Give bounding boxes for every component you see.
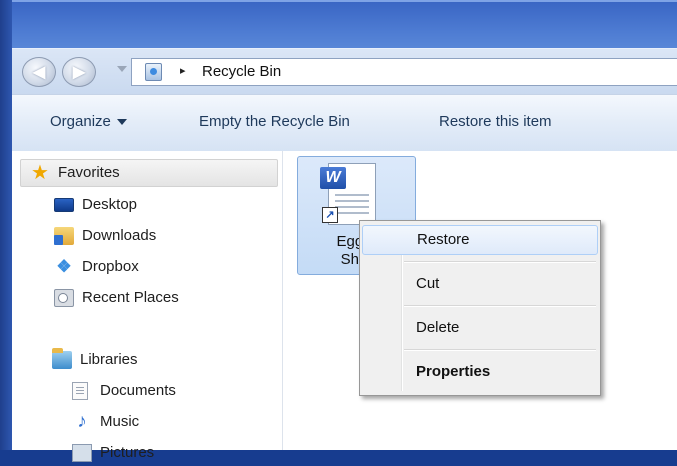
breadcrumb-location[interactable]: Recycle Bin [202, 63, 281, 80]
menu-item-restore[interactable]: Restore [362, 225, 598, 255]
menu-item-properties[interactable]: Properties [362, 357, 598, 387]
pictures-icon [72, 444, 92, 462]
forward-button[interactable]: ▶ [62, 57, 96, 87]
sidebar-item-label: Libraries [80, 351, 138, 368]
sidebar-item-label: Desktop [82, 196, 138, 213]
star-icon: ★ [31, 162, 49, 184]
menu-item-cut[interactable]: Cut [362, 269, 598, 299]
organize-label: Organize [50, 113, 111, 130]
music-icon: ♪ [77, 411, 87, 432]
menu-separator [404, 349, 596, 351]
address-bar[interactable]: ▸ Recycle Bin [131, 58, 677, 86]
restore-item-button[interactable]: Restore this item [439, 113, 552, 130]
sidebar-item-label: Recent Places [82, 289, 179, 306]
sidebar-item-label: Pictures [100, 444, 155, 461]
recent-pages-dropdown[interactable] [117, 66, 127, 72]
forward-arrow-icon: ▶ [72, 64, 86, 81]
menu-separator [404, 261, 596, 263]
window-titlebar[interactable] [12, 0, 677, 50]
menu-item-label: Restore [417, 231, 470, 248]
sidebar-item-label: Music [100, 413, 140, 430]
menu-item-label: Properties [416, 363, 491, 380]
shortcut-arrow-icon: ↗ [322, 207, 338, 223]
window-frame-left [0, 0, 12, 450]
navigation-pane: ★ Favorites Desktop Downloads ❖ Dropbox … [12, 151, 283, 462]
command-bar: Organize Empty the Recycle Bin Restore t… [12, 94, 677, 152]
documents-icon [72, 382, 88, 400]
menu-item-label: Delete [416, 319, 460, 336]
sidebar-item-label: Downloads [82, 227, 157, 244]
desktop-icon [54, 198, 74, 212]
recycle-bin-icon [145, 63, 162, 81]
chevron-down-icon [116, 119, 127, 126]
sidebar-item-label: Documents [100, 382, 176, 399]
downloads-folder-icon [54, 227, 74, 245]
libraries-icon [52, 348, 72, 369]
sidebar-item-label: Dropbox [82, 258, 139, 275]
recent-places-icon [54, 289, 74, 307]
back-arrow-icon: ◀ [32, 64, 46, 81]
empty-recycle-bin-button[interactable]: Empty the Recycle Bin [199, 113, 350, 130]
dropbox-icon: ❖ [56, 257, 72, 276]
sidebar-item-label: Favorites [58, 164, 120, 181]
menu-item-label: Cut [416, 275, 440, 292]
breadcrumb-chevron-icon[interactable]: ▸ [180, 64, 186, 77]
menu-item-delete[interactable]: Delete [362, 313, 598, 343]
context-menu: Restore Cut Delete Properties [359, 220, 601, 396]
menu-separator [404, 305, 596, 307]
organize-button[interactable]: Organize [50, 113, 127, 130]
word-badge-icon: W [320, 167, 346, 189]
back-button[interactable]: ◀ [22, 57, 56, 87]
